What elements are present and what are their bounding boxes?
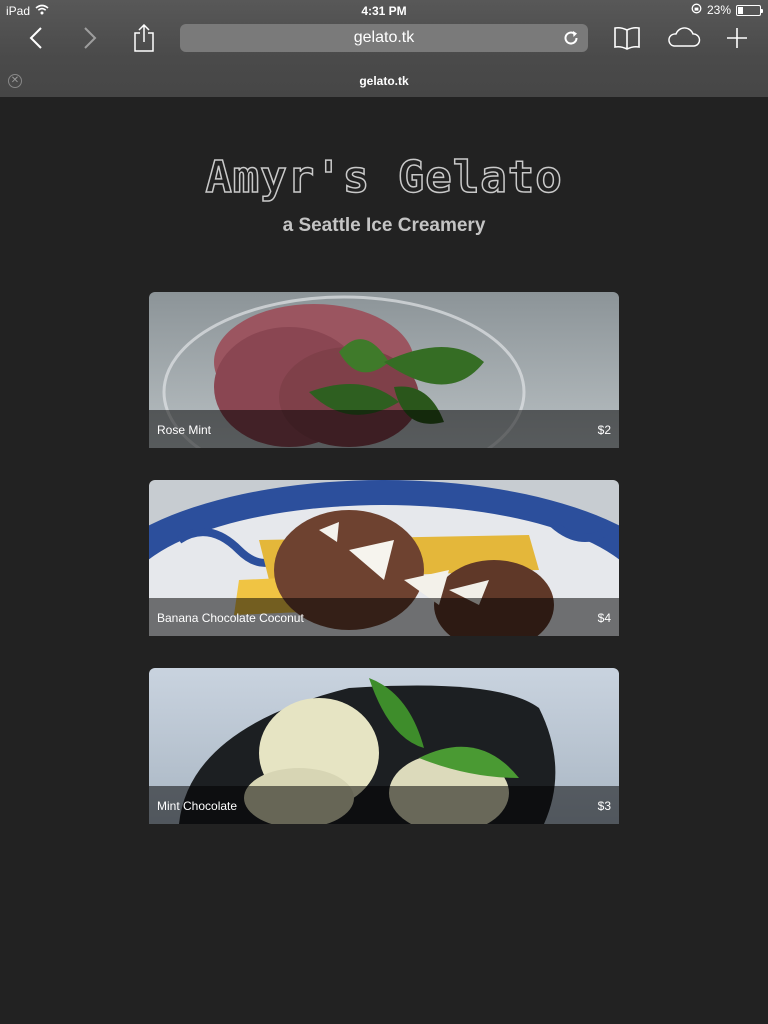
menu-item-caption: Rose Mint $2 [149,410,619,448]
icloud-tabs-button[interactable] [666,24,702,56]
share-button[interactable] [126,23,162,57]
icloud-tabs-icon [666,26,702,55]
menu-item-price: $3 [597,799,611,813]
bookmarks-button[interactable] [609,24,645,56]
menu-item-caption: Mint Chocolate $3 [149,786,619,824]
url-text: gelato.tk [353,29,415,46]
menu-item-caption: Banana Chocolate Coconut $4 [149,598,619,636]
site-subtitle: a Seattle Ice Creamery [282,215,486,236]
status-bar: iPad 4:31 PM 23% [0,0,768,20]
back-icon [29,26,43,55]
menu-item-name: Mint Chocolate [157,799,238,813]
browser-chrome: iPad 4:31 PM 23% gelato.tk ✕ gelato.tk [0,0,768,97]
new-tab-icon [725,26,749,55]
menu-item-card[interactable]: Mint Chocolate $3 [149,668,619,824]
menu-item-name: Rose Mint [157,423,212,437]
browser-toolbar: gelato.tk [0,20,768,62]
bookmarks-icon [613,26,641,55]
site-title: Amyr's Gelato [205,151,563,204]
menu-item-card[interactable]: Banana Chocolate Coconut $4 [149,480,619,636]
forward-icon [83,26,97,55]
menu-item-name: Banana Chocolate Coconut [157,611,304,625]
new-tab-button[interactable] [719,24,755,56]
back-button[interactable] [18,24,54,56]
tab-bar: ✕ gelato.tk [0,66,768,97]
menu-item-price: $4 [597,611,611,625]
forward-button[interactable] [72,24,108,56]
tab-title[interactable]: gelato.tk [0,74,768,88]
battery-percent: 23% [706,3,731,17]
battery-icon [736,4,763,16]
share-icon [133,23,155,57]
rotation-lock-icon [691,3,702,17]
menu-item-price: $2 [597,423,611,437]
reload-icon[interactable] [562,29,580,47]
menu-item-card[interactable]: Rose Mint $2 [149,292,619,448]
url-bar[interactable]: gelato.tk [180,24,588,52]
battery-level [738,6,743,14]
status-time: 4:31 PM [361,4,407,18]
status-right: 23% [691,3,763,17]
